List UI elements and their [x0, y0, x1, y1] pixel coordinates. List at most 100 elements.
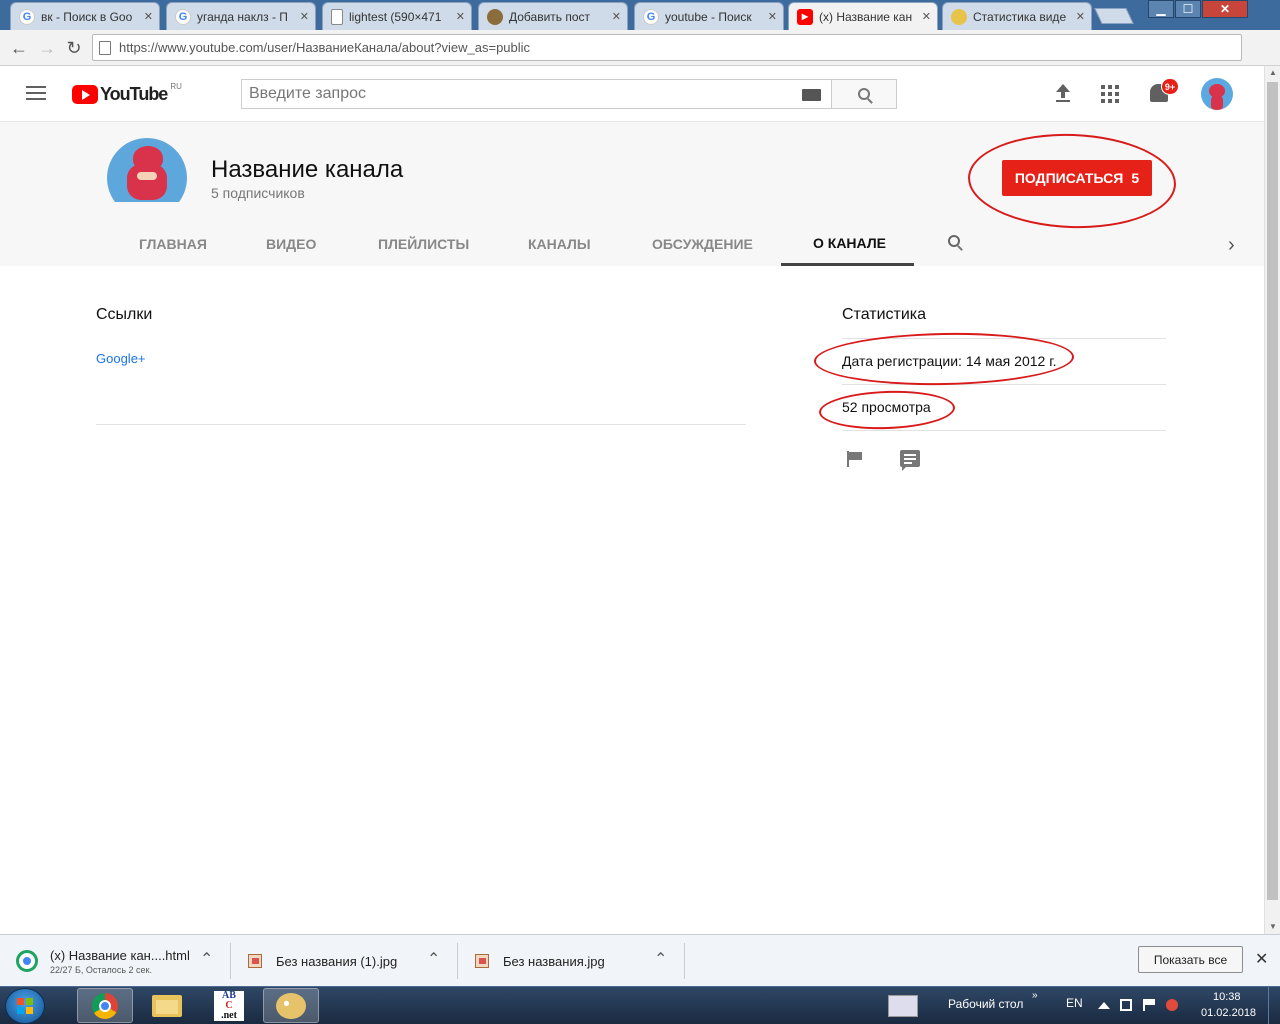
forward-icon[interactable]: → [36, 37, 58, 59]
clock-date[interactable]: 01.02.2018 [1201, 1007, 1256, 1019]
tab-channels[interactable]: КАНАЛЫ [528, 222, 591, 266]
stats-heading: Статистика [842, 306, 927, 323]
close-tab-icon[interactable]: ✕ [922, 10, 931, 23]
browser-tab[interactable]: G уганда наклз - П ✕ [166, 2, 316, 30]
account-avatar[interactable] [1201, 78, 1233, 110]
antivirus-icon[interactable] [1166, 999, 1178, 1011]
minimize-button[interactable]: ▁ [1148, 0, 1174, 18]
apps-grid-icon[interactable] [1101, 85, 1119, 103]
region-label: RU [170, 82, 182, 91]
download-status: 22/27 Б, Осталось 2 сек. [50, 964, 152, 975]
tab-home[interactable]: ГЛАВНАЯ [139, 222, 207, 266]
paint-icon [276, 992, 306, 1019]
chevron-right-icon[interactable]: › [1228, 234, 1235, 257]
tab-title: Статистика виде [973, 9, 1067, 24]
page-info-icon[interactable] [99, 40, 111, 55]
close-tab-icon[interactable]: ✕ [768, 10, 777, 23]
close-icon[interactable]: ✕ [1255, 949, 1268, 969]
tab-discussion[interactable]: ОБСУЖДЕНИЕ [652, 222, 753, 266]
google-icon: G [19, 8, 35, 25]
maximize-button[interactable]: ☐ [1175, 0, 1201, 18]
taskbar-abc[interactable]: AB C .net [201, 988, 257, 1023]
network-icon[interactable] [1120, 999, 1132, 1011]
channel-search-icon[interactable] [948, 235, 960, 247]
message-icon[interactable] [900, 450, 920, 471]
search-input[interactable]: Введите запрос [241, 79, 831, 109]
tab-title: (x) Название кан [819, 9, 913, 24]
language-indicator[interactable]: EN [1066, 996, 1083, 1010]
search-icon [858, 88, 870, 100]
taskbar-explorer[interactable] [139, 988, 195, 1023]
close-tab-icon[interactable]: ✕ [612, 10, 621, 23]
windows-logo-icon [17, 998, 33, 1014]
chevron-up-icon[interactable]: ⌃ [654, 949, 667, 969]
youtube-wordmark: YouTube [100, 84, 168, 104]
channel-title: Название канала [211, 156, 404, 183]
browser-tab[interactable]: G youtube - Поиск ✕ [634, 2, 784, 30]
back-icon[interactable]: ← [8, 37, 30, 59]
browser-tab[interactable]: G вк - Поиск в Goo ✕ [10, 2, 160, 30]
taskbar-paint[interactable] [263, 988, 319, 1023]
google-plus-link[interactable]: Google+ [96, 351, 146, 366]
chrome-icon [92, 992, 118, 1019]
notification-badge: 9+ [1161, 78, 1179, 95]
image-file-icon [248, 954, 262, 968]
tab-videos[interactable]: ВИДЕО [266, 222, 316, 266]
browser-tab[interactable]: Добавить пост ✕ [478, 2, 628, 30]
chevron-up-icon[interactable]: ⌃ [427, 949, 440, 969]
new-tab-button[interactable] [1094, 8, 1134, 24]
youtube-logo[interactable]: YouTube RU [72, 82, 182, 105]
pen-input-icon[interactable] [888, 995, 918, 1017]
taskbar-chrome[interactable] [77, 988, 133, 1023]
tab-title: lightest (590×471 [349, 9, 442, 24]
scroll-down-icon[interactable]: ▼ [1265, 920, 1280, 934]
close-tab-icon[interactable]: ✕ [300, 10, 309, 23]
chrome-icon [16, 950, 38, 972]
chevron-up-icon[interactable]: ⌃ [200, 949, 213, 969]
page-scrollbar[interactable]: ▲ ▼ [1264, 66, 1280, 934]
clock-time[interactable]: 10:38 [1213, 991, 1241, 1003]
desktop-toolbar-label[interactable]: Рабочий стол [948, 997, 1023, 1011]
folder-icon [152, 994, 182, 1017]
url-text: https://www.youtube.com/user/НазваниеКан… [119, 40, 531, 55]
download-name: (x) Название кан....html [50, 947, 190, 963]
menu-icon[interactable] [26, 86, 46, 102]
close-tab-icon[interactable]: ✕ [456, 10, 465, 23]
tab-title: уганда наклз - П [197, 9, 288, 24]
window-close-button[interactable]: ✕ [1202, 0, 1248, 18]
divider [842, 384, 1166, 385]
action-center-flag-icon[interactable] [1143, 999, 1155, 1011]
show-desktop-button[interactable] [1268, 987, 1280, 1024]
show-all-downloads-button[interactable]: Показать все [1138, 946, 1243, 973]
download-item[interactable]: Без названия (1).jpg [248, 935, 397, 987]
download-name: Без названия (1).jpg [276, 953, 398, 969]
browser-tab[interactable]: lightest (590×471 ✕ [322, 2, 472, 30]
links-heading: Ссылки [96, 306, 153, 323]
keyboard-icon[interactable] [802, 89, 821, 101]
reload-icon[interactable]: ↻ [63, 37, 85, 59]
start-button[interactable] [5, 988, 45, 1024]
browser-tab[interactable]: Статистика виде ✕ [942, 2, 1092, 30]
upload-icon[interactable] [1053, 84, 1073, 104]
abc-app-icon: AB C .net [214, 990, 244, 1021]
scroll-up-icon[interactable]: ▲ [1265, 66, 1280, 80]
chevron-right-icon[interactable]: » [1032, 990, 1038, 1001]
youtube-play-icon [72, 85, 98, 104]
download-item[interactable]: (x) Название кан....html 22/27 Б, Остало… [16, 935, 190, 987]
download-shelf: (x) Название кан....html 22/27 Б, Остало… [0, 934, 1280, 986]
scrollbar-thumb[interactable] [1267, 82, 1278, 900]
image-file-icon [475, 954, 489, 968]
address-bar[interactable]: https://www.youtube.com/user/НазваниеКан… [92, 34, 1242, 61]
close-tab-icon[interactable]: ✕ [1076, 10, 1085, 23]
search-placeholder: Введите запрос [249, 85, 366, 102]
close-tab-icon[interactable]: ✕ [144, 10, 153, 23]
download-item[interactable]: Без названия.jpg [475, 935, 605, 987]
search-button[interactable] [831, 79, 897, 109]
show-hidden-icons-icon[interactable] [1098, 1002, 1110, 1009]
youtube-icon: ▶ [797, 8, 813, 25]
browser-tab-active[interactable]: ▶ (x) Название кан ✕ [788, 2, 938, 30]
tab-about[interactable]: О КАНАЛЕ [781, 222, 914, 266]
browser-tab-strip: G вк - Поиск в Goo ✕ G уганда наклз - П … [0, 0, 1280, 30]
tab-playlists[interactable]: ПЛЕЙЛИСТЫ [378, 222, 469, 266]
flag-icon[interactable] [847, 451, 862, 467]
